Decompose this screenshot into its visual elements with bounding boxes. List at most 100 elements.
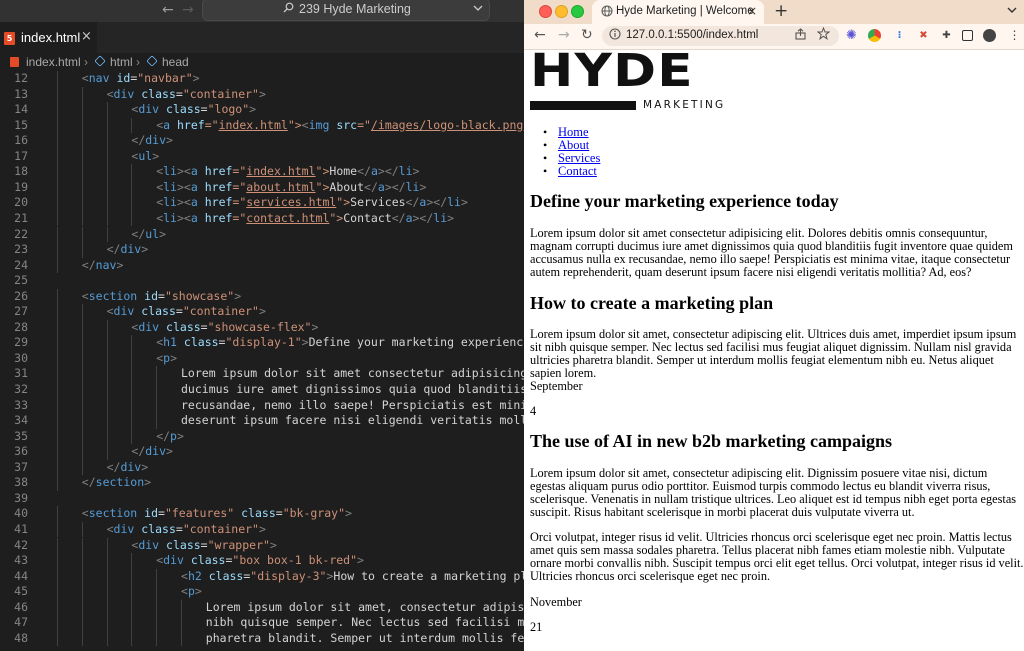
breadcrumb-head[interactable]: head (162, 55, 189, 69)
nav-link-about[interactable]: About (558, 138, 589, 152)
code-line[interactable]: 48 pharetra blandit. Semper ut interdum m… (0, 630, 524, 647)
pinwheel-icon[interactable]: ✺ (845, 29, 858, 42)
code-line[interactable]: 46 Lorem ipsum dolor sit amet, consectetu… (0, 599, 524, 616)
nav-link-contact[interactable]: Contact (558, 164, 597, 178)
tab-index-html[interactable]: 5 index.html × (0, 22, 97, 54)
bookmark-star-icon[interactable] (816, 26, 831, 44)
code-text: Lorem ipsum dolor sit amet consectetur a… (181, 366, 524, 381)
code-line[interactable]: 29 <h1 class="display-1">Define your mark… (0, 335, 524, 351)
feature-paragraph: Lorem ipsum dolor sit amet, consectetur … (530, 327, 1017, 380)
indent-guide (57, 366, 58, 382)
reload-button[interactable]: ↻ (581, 27, 593, 43)
code-line[interactable]: 39 (0, 491, 524, 507)
code-line[interactable]: 22 </ul> (0, 226, 524, 242)
code-line[interactable]: 19 <li><a href="about.html">About</a></li… (0, 179, 524, 196)
forward-arrow-icon[interactable]: → (182, 2, 194, 18)
code-line[interactable]: 42 <div class="wrapper"> (0, 537, 524, 553)
more-icon[interactable]: ⋮ (1008, 29, 1021, 42)
site-info-icon[interactable] (609, 28, 621, 40)
line-number: 43 (14, 553, 28, 568)
back-arrow-icon[interactable]: ← (162, 2, 174, 18)
bracket-icon[interactable]: ⁝ (893, 29, 906, 42)
code-line[interactable]: 34 deserunt ipsum facere nisi eligendi ve… (0, 413, 524, 429)
indent-guide (57, 335, 58, 351)
code-line[interactable]: 44 <h2 class="display-3">How to create a … (0, 568, 524, 585)
code-line[interactable]: 17 <ul> (0, 148, 524, 165)
line-number: 36 (14, 444, 28, 459)
code-line[interactable]: 18 <li><a href="index.html">Home</a></li> (0, 164, 524, 180)
breadcrumb-file[interactable]: index.html (26, 55, 81, 69)
code-line[interactable]: 35 </p> (0, 428, 524, 445)
nav-link-home[interactable]: Home (558, 125, 589, 139)
url-text[interactable]: 127.0.0.1:5500/index.html (626, 29, 758, 41)
indent-guide (106, 428, 108, 445)
indent-guide (106, 335, 108, 351)
close-icon[interactable]: × (81, 29, 92, 44)
code-line[interactable]: 12 <nav id="navbar"> (0, 71, 524, 87)
code-line[interactable]: 32 ducimus iure amet dignissimos quia quo… (0, 382, 524, 398)
sidepanel-icon[interactable] (962, 30, 973, 41)
forward-button[interactable]: → (558, 27, 570, 43)
code-line[interactable]: 25 (0, 273, 524, 289)
indent-guide (81, 537, 83, 553)
breadcrumb-html[interactable]: html (110, 55, 133, 69)
chrome-icon[interactable] (868, 29, 881, 42)
code-line[interactable]: 23 </div> (0, 242, 524, 258)
new-tab-button[interactable]: + (774, 1, 788, 21)
code-line[interactable]: 14 <div class="logo"> (0, 102, 524, 118)
code-line[interactable]: 15 <a href="index.html"><img src="/images… (0, 117, 524, 134)
indent-guide (156, 630, 158, 647)
code-line[interactable]: 28 <div class="showcase-flex"> (0, 319, 524, 336)
indent-guide (106, 350, 108, 367)
code-line[interactable]: 20 <li><a href="services.html">Services</… (0, 195, 524, 211)
code-line[interactable]: 38 </section> (0, 475, 524, 491)
logo[interactable]: HYDE (530, 44, 694, 97)
window-maximize-button[interactable] (571, 5, 584, 18)
share-icon[interactable] (795, 28, 806, 43)
code-editor[interactable]: 12 <nav id="navbar"> 13 <div class="contain… (0, 71, 524, 651)
code-line[interactable]: 21 <li><a href="contact.html">Contact</a>… (0, 210, 524, 227)
code-line[interactable]: 43 <div class="box box-1 bk-red"> (0, 553, 524, 569)
indent-guide (106, 382, 108, 398)
close-icon[interactable]: × (747, 4, 757, 18)
puzzle-icon[interactable]: ✚ (940, 29, 953, 42)
code-text: <li><a href="about.html">About</a></li> (156, 179, 427, 194)
line-number: 29 (14, 335, 28, 350)
window-close-button[interactable] (539, 5, 552, 18)
command-center[interactable]: 239 Hyde Marketing (202, 0, 490, 21)
indent-guide (57, 350, 58, 367)
code-line[interactable]: 41 <div class="container"> (0, 521, 524, 538)
chevron-down-icon[interactable] (473, 0, 483, 20)
date-day: 4 (530, 404, 537, 418)
indent-guide (57, 382, 58, 398)
code-text: <div class="container"> (106, 304, 266, 319)
avatar-icon[interactable] (983, 29, 996, 42)
line-number: 13 (14, 86, 28, 101)
puzzle-color-icon[interactable]: ✖ (917, 29, 930, 42)
indent-guide (106, 568, 108, 585)
code-text: nibh quisque semper. Nec lectus sed faci… (205, 615, 524, 630)
code-line[interactable]: 37 </div> (0, 459, 524, 476)
code-text: </p> (156, 428, 184, 443)
indent-guide (81, 615, 83, 631)
code-line[interactable]: 27 <div class="container"> (0, 304, 524, 320)
chevron-down-icon[interactable] (1007, 4, 1017, 17)
code-line[interactable]: 36 </div> (0, 444, 524, 460)
code-line[interactable]: 30 <p> (0, 350, 524, 367)
code-line[interactable]: 24 </nav> (0, 257, 524, 274)
address-bar[interactable]: 127.0.0.1:5500/index.html (602, 26, 839, 46)
nav-item-contact: Contact (543, 164, 597, 179)
code-line[interactable]: 40 <section id="features" class="bk-gray"… (0, 506, 524, 522)
window-minimize-button[interactable] (555, 5, 568, 18)
back-button[interactable]: ← (534, 27, 546, 43)
code-line[interactable]: 26 <section id="showcase"> (0, 288, 524, 305)
code-line[interactable]: 31 Lorem ipsum dolor sit amet consectetur… (0, 366, 524, 382)
nav-link-services[interactable]: Services (558, 151, 600, 165)
code-line[interactable]: 13 <div class="container"> (0, 86, 524, 103)
indent-guide (81, 117, 83, 134)
code-line[interactable]: 16 </div> (0, 133, 524, 149)
code-line[interactable]: 47 nibh quisque semper. Nec lectus sed fa… (0, 615, 524, 631)
browser-tab[interactable]: Hyde Marketing | Welcome × (592, 0, 764, 24)
code-line[interactable]: 45 <p> (0, 584, 524, 600)
code-line[interactable]: 33 recusandae, nemo illo saepe! Perspicia… (0, 397, 524, 414)
